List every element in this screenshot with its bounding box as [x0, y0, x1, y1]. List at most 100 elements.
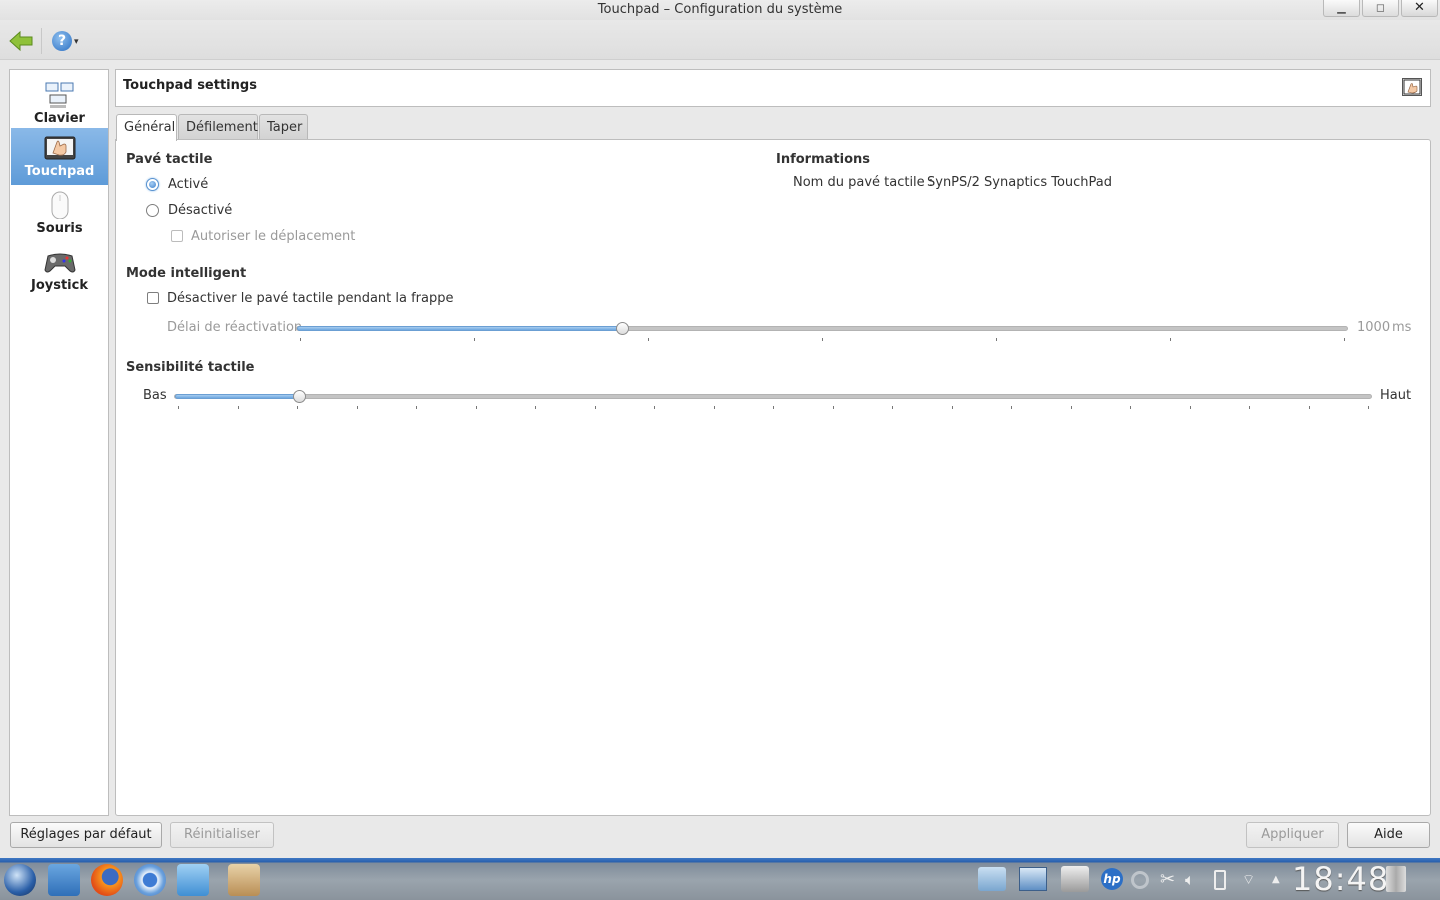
window-titlebar: Touchpad – Configuration du système ▁ ◻ …	[0, 0, 1440, 20]
sensitivity-low-label: Bas	[143, 388, 167, 403]
trash-icon[interactable]	[1386, 866, 1406, 892]
slider-tick	[1309, 406, 1310, 409]
touchpad-name-label: Nom du pavé tactile :	[793, 175, 934, 190]
sensitivity-high-label: Haut	[1380, 388, 1412, 403]
chromium-icon[interactable]	[134, 864, 166, 896]
slider-tick	[178, 406, 179, 409]
smart-mode-group-title: Mode intelligent	[126, 266, 247, 281]
slider-fill	[297, 326, 623, 331]
minimize-button[interactable]: ▁	[1323, 0, 1360, 17]
maximize-button[interactable]: ◻	[1362, 0, 1399, 17]
hp-icon[interactable]: hp	[1101, 868, 1123, 890]
slider-tick	[1344, 338, 1345, 341]
mouse-icon	[51, 191, 68, 219]
sidebar-item-joystick[interactable]: Joystick	[11, 242, 108, 299]
taskbar: hp ✂ 🔈︎ ⌔ ▲ 18:48	[0, 858, 1440, 900]
slider-tick	[773, 406, 774, 409]
chevron-down-icon[interactable]: ▾	[74, 37, 79, 47]
slider-tick	[892, 406, 893, 409]
sensitivity-group-title: Sensibilité tactile	[126, 360, 255, 375]
media-player-icon[interactable]	[177, 864, 209, 896]
disable-while-typing-label[interactable]: Désactiver le pavé tactile pendant la fr…	[167, 291, 454, 306]
screenshot-icon[interactable]	[978, 867, 1006, 891]
tab-general[interactable]: Général	[116, 114, 177, 141]
help-button[interactable]: Aide	[1347, 822, 1430, 848]
sidebar-item-label: Souris	[36, 221, 83, 236]
reactivation-delay-label: Délai de réactivation	[167, 320, 303, 335]
allow-move-checkbox[interactable]	[171, 230, 183, 242]
slider-tick	[952, 406, 953, 409]
apply-button[interactable]: Appliquer	[1246, 822, 1339, 848]
system-settings-icon[interactable]	[1061, 866, 1089, 892]
page-title: Touchpad settings	[123, 78, 257, 93]
slider-tick	[654, 406, 655, 409]
volume-icon[interactable]: 🔈︎	[1185, 870, 1205, 890]
slider-tick	[300, 338, 301, 341]
slider-tick	[1368, 406, 1369, 409]
reset-button[interactable]: Réinitialiser	[170, 822, 274, 848]
back-arrow-icon	[9, 30, 33, 52]
reactivation-delay-slider[interactable]	[296, 322, 1348, 335]
enabled-radio[interactable]	[146, 178, 159, 191]
sidebar-item-clavier[interactable]: Clavier	[11, 75, 108, 132]
slider-tick	[357, 406, 358, 409]
reactivation-delay-value: 1000	[1357, 320, 1391, 335]
toolbar-separator	[41, 28, 42, 54]
slider-tick	[474, 338, 475, 341]
slider-tick	[996, 338, 997, 341]
page-header: Touchpad settings	[115, 69, 1431, 107]
back-button[interactable]	[8, 30, 34, 52]
disable-while-typing-checkbox[interactable]	[147, 292, 159, 304]
scissors-icon[interactable]: ✂	[1160, 870, 1180, 890]
slider-tick	[1190, 406, 1191, 409]
sidebar-item-touchpad[interactable]: Touchpad	[11, 128, 108, 185]
slider-tick	[1170, 338, 1171, 341]
clock[interactable]: 18:48	[1292, 860, 1389, 898]
enabled-radio-label[interactable]: Activé	[168, 177, 208, 192]
joystick-icon	[43, 253, 76, 273]
sidebar-item-souris[interactable]: Souris	[11, 185, 108, 242]
slider-tick	[648, 338, 649, 341]
wifi-icon[interactable]: ⌔	[1242, 870, 1262, 890]
slider-tick	[297, 406, 298, 409]
sidebar-item-label: Clavier	[34, 111, 85, 126]
tab-defilement[interactable]: Défilement	[178, 114, 258, 140]
defaults-button[interactable]: Réglages par défaut	[10, 822, 162, 848]
package-manager-icon[interactable]	[228, 864, 260, 896]
allow-move-label: Autoriser le déplacement	[191, 229, 356, 244]
workspace-icon[interactable]	[1019, 867, 1047, 891]
slider-tick	[535, 406, 536, 409]
touchpad-icon	[1402, 78, 1422, 96]
touchpad-name-value: SynPS/2 Synaptics TouchPad	[927, 175, 1113, 190]
file-manager-icon[interactable]	[48, 864, 80, 896]
tab-taper[interactable]: Taper	[259, 114, 308, 140]
update-icon[interactable]	[1131, 871, 1149, 889]
slider-handle[interactable]	[616, 322, 629, 335]
touchpad-icon	[44, 136, 75, 160]
sidebar-item-label: Joystick	[30, 278, 88, 293]
slider-tick	[714, 406, 715, 409]
close-button[interactable]: ✕	[1401, 0, 1438, 17]
launcher-icon[interactable]	[4, 864, 36, 896]
slider-tick	[833, 406, 834, 409]
slider-tick	[476, 406, 477, 409]
slider-tick	[1130, 406, 1131, 409]
slider-tick	[1011, 406, 1012, 409]
disabled-radio[interactable]	[146, 204, 159, 217]
tray-arrow-icon[interactable]: ▲	[1272, 870, 1292, 890]
slider-tick	[595, 406, 596, 409]
disabled-radio-label[interactable]: Désactivé	[168, 203, 232, 218]
touchpad-group-title: Pavé tactile	[126, 152, 213, 167]
slider-tick	[1249, 406, 1250, 409]
firefox-icon[interactable]	[91, 864, 123, 896]
toolbar: ? ▾	[0, 20, 1440, 60]
help-icon[interactable]: ?	[52, 31, 72, 51]
sensitivity-slider[interactable]	[174, 390, 1372, 403]
slider-tick	[1071, 406, 1072, 409]
info-group-title: Informations	[776, 152, 871, 167]
battery-icon[interactable]	[1214, 870, 1226, 890]
sidebar: Clavier Touchpad Souris Joystick	[9, 69, 109, 816]
slider-handle[interactable]	[293, 390, 306, 403]
slider-tick	[238, 406, 239, 409]
keyboard-icon	[45, 82, 73, 108]
